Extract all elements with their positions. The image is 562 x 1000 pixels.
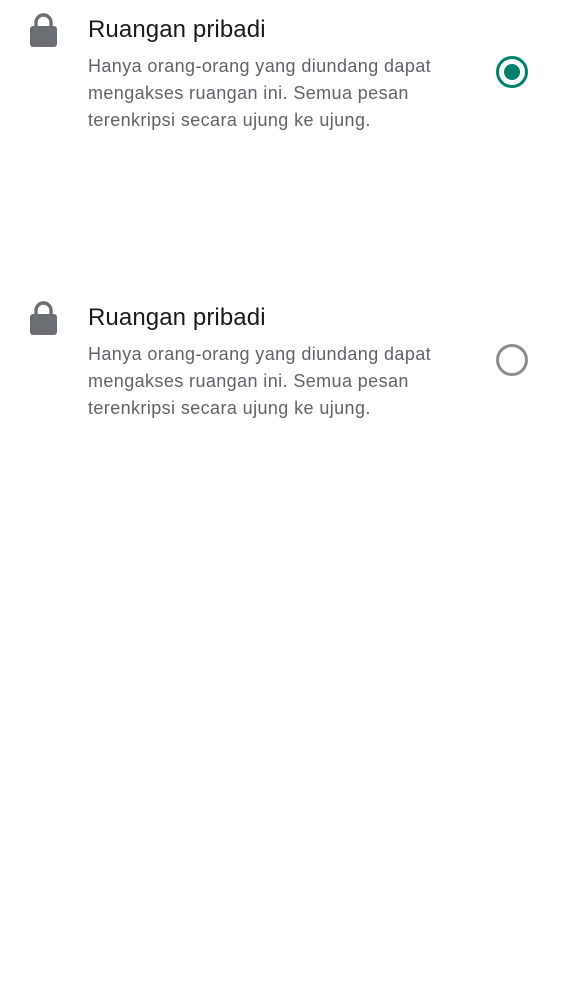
privacy-option-private-room-1[interactable]: Ruangan pribadi Hanya orang-orang yang d… xyxy=(0,0,562,144)
room-privacy-options-screen: Ruangan pribadi Hanya orang-orang yang d… xyxy=(0,0,562,1000)
option-title: Ruangan pribadi xyxy=(88,304,266,331)
privacy-option-private-room-2[interactable]: Ruangan pribadi Hanya orang-orang yang d… xyxy=(0,144,562,418)
option-text-group: Ruangan pribadi Hanya orang-orang yang d… xyxy=(88,14,468,134)
radio-button-selected[interactable] xyxy=(496,56,528,88)
option-description: Hanya orang-orang yang diundang dapat me… xyxy=(88,344,432,418)
radio-selected-dot xyxy=(504,64,520,80)
option-title: Ruangan pribadi xyxy=(88,16,266,43)
radio-button-unselected[interactable] xyxy=(496,344,528,376)
option-text-group: Ruangan pribadi Hanya orang-orang yang d… xyxy=(88,302,468,422)
option-description: Hanya orang-orang yang diundang dapat me… xyxy=(88,56,432,130)
lock-icon xyxy=(30,13,57,47)
lock-icon xyxy=(30,301,57,335)
